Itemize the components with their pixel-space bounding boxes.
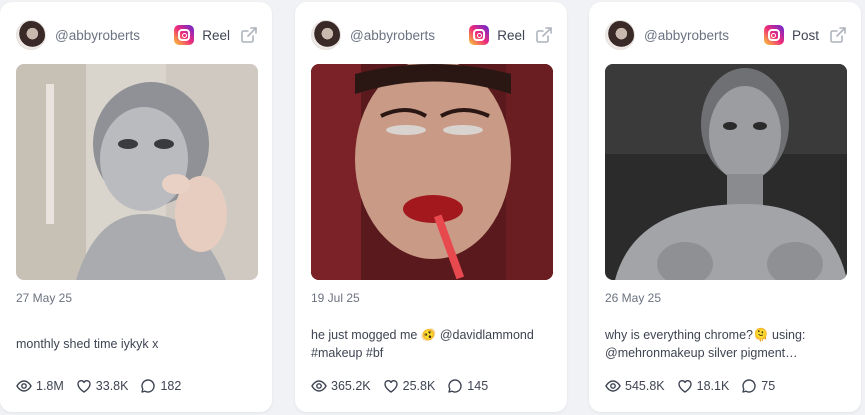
external-link-icon[interactable] xyxy=(535,26,553,44)
post-caption: he just mogged me 🫨 @davidlammond #makeu… xyxy=(311,324,551,364)
post-caption: monthly shed time iykyk x xyxy=(16,324,256,364)
post-date: 27 May 25 xyxy=(16,291,73,305)
post-thumbnail[interactable] xyxy=(311,64,553,280)
avatar[interactable] xyxy=(311,20,341,50)
likes-stat: 25.8K xyxy=(383,378,436,394)
post-stats: 1.8M 33.8K 182 xyxy=(16,378,193,394)
post-card[interactable]: @abbyroberts Post 26 May 25 why is every… xyxy=(589,2,861,412)
heart-icon xyxy=(677,380,692,393)
external-link-icon[interactable] xyxy=(240,26,258,44)
eye-icon xyxy=(16,380,32,392)
avatar[interactable] xyxy=(16,20,46,50)
post-date: 19 Jul 25 xyxy=(311,291,360,305)
account-handle[interactable]: @abbyroberts xyxy=(350,28,469,43)
heart-icon xyxy=(383,380,398,393)
views-count: 545.8K xyxy=(625,379,665,393)
post-caption: why is everything chrome?🫠 using: @mehro… xyxy=(605,324,845,364)
caption-text: he just mogged me 🫨 @davidlammond #makeu… xyxy=(311,328,534,360)
comments-count: 145 xyxy=(467,379,489,393)
eye-icon xyxy=(605,380,621,392)
views-stat: 1.8M xyxy=(16,378,64,394)
avatar[interactable] xyxy=(605,20,635,50)
comments-count: 182 xyxy=(160,379,182,393)
post-thumbnail[interactable] xyxy=(605,64,847,280)
views-count: 1.8M xyxy=(36,379,64,393)
comments-stat: 75 xyxy=(741,378,775,394)
eye-icon xyxy=(311,380,327,392)
post-card[interactable]: @abbyroberts Reel 27 May 25 monthly shed… xyxy=(0,2,272,412)
card-header: @abbyroberts Post xyxy=(605,20,847,50)
views-count: 365.2K xyxy=(331,379,371,393)
post-type-label: Post xyxy=(791,27,819,43)
likes-stat: 33.8K xyxy=(76,378,129,394)
comment-icon xyxy=(742,379,756,393)
post-type-label: Reel xyxy=(202,27,230,43)
caption-text: monthly shed time iykyk x xyxy=(16,337,159,351)
instagram-icon xyxy=(174,25,195,45)
comments-stat: 145 xyxy=(447,378,488,394)
instagram-icon xyxy=(469,25,490,45)
likes-count: 33.8K xyxy=(95,379,129,393)
card-header: @abbyroberts Reel xyxy=(311,20,553,50)
caption-text: why is everything chrome?🫠 using: @mehro… xyxy=(605,328,806,360)
likes-count: 18.1K xyxy=(696,379,730,393)
comments-stat: 182 xyxy=(140,378,181,394)
views-stat: 545.8K xyxy=(605,378,665,394)
post-stats: 365.2K 25.8K 145 xyxy=(311,378,500,394)
post-thumbnail[interactable] xyxy=(16,64,258,280)
comment-icon xyxy=(448,379,462,393)
account-handle[interactable]: @abbyroberts xyxy=(55,28,174,43)
comment-icon xyxy=(141,379,156,393)
post-card[interactable]: @abbyroberts Reel 19 Jul 25 he just mogg… xyxy=(295,2,567,412)
external-link-icon[interactable] xyxy=(829,26,847,44)
post-stats: 545.8K 18.1K 75 xyxy=(605,378,787,394)
views-stat: 365.2K xyxy=(311,378,371,394)
likes-count: 25.8K xyxy=(402,379,436,393)
post-date: 26 May 25 xyxy=(605,291,662,305)
instagram-icon xyxy=(763,25,784,45)
card-header: @abbyroberts Reel xyxy=(16,20,258,50)
likes-stat: 18.1K xyxy=(677,378,730,394)
account-handle[interactable]: @abbyroberts xyxy=(644,28,764,43)
comments-count: 75 xyxy=(761,379,776,393)
post-type-label: Reel xyxy=(497,27,525,43)
heart-icon xyxy=(77,380,91,393)
